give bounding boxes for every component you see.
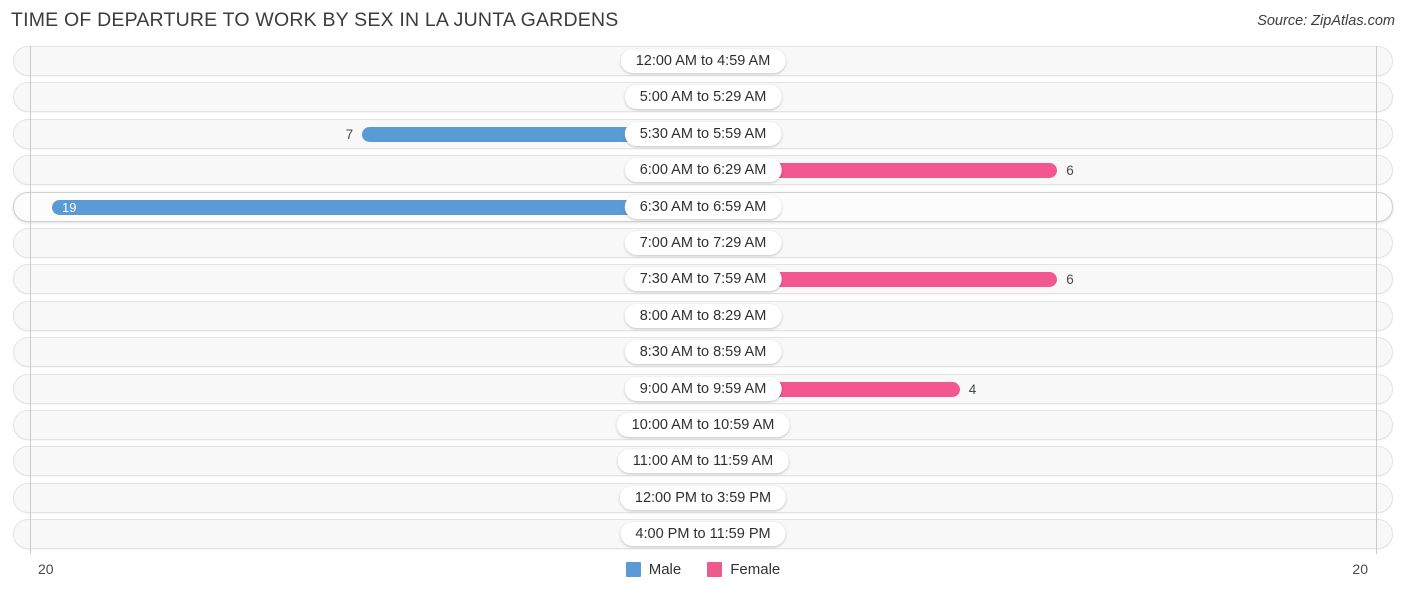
table-row[interactable]: 066:00 AM to 6:29 AM bbox=[0, 155, 1406, 186]
table-row[interactable]: 005:00 AM to 5:29 AM bbox=[0, 82, 1406, 113]
table-row[interactable]: 1906:30 AM to 6:59 AM bbox=[0, 191, 1406, 222]
category-label: 7:00 AM to 7:29 AM bbox=[624, 230, 782, 255]
legend-swatch-female bbox=[707, 562, 723, 577]
value-label-male: 19 bbox=[62, 199, 77, 215]
table-row[interactable]: 0010:00 AM to 10:59 AM bbox=[0, 409, 1406, 440]
value-label-male: 7 bbox=[345, 126, 354, 142]
bar-male[interactable] bbox=[52, 199, 703, 215]
category-label: 10:00 AM to 10:59 AM bbox=[616, 412, 790, 437]
page-title: TIME OF DEPARTURE TO WORK BY SEX IN LA J… bbox=[11, 9, 619, 31]
table-row[interactable]: 705:30 AM to 5:59 AM bbox=[0, 118, 1406, 149]
axis-line-left bbox=[30, 46, 31, 554]
legend-item-male[interactable]: Male bbox=[625, 561, 682, 578]
table-row[interactable]: 008:00 AM to 8:29 AM bbox=[0, 300, 1406, 331]
value-label-female: 6 bbox=[1066, 272, 1074, 288]
legend-item-female[interactable]: Female bbox=[707, 561, 780, 578]
table-row[interactable]: 004:00 PM to 11:59 PM bbox=[0, 519, 1406, 550]
chart-rows: 0012:00 AM to 4:59 AM 005:00 AM to 5:29 A… bbox=[0, 46, 1406, 555]
category-label: 8:30 AM to 8:59 AM bbox=[624, 340, 782, 365]
legend-label-male: Male bbox=[648, 561, 682, 578]
value-label-female: 4 bbox=[968, 381, 977, 397]
category-label: 5:00 AM to 5:29 AM bbox=[624, 85, 782, 110]
legend-label-female: Female bbox=[730, 561, 781, 578]
category-label: 6:30 AM to 6:59 AM bbox=[624, 194, 782, 219]
table-row[interactable]: 007:00 AM to 7:29 AM bbox=[0, 227, 1406, 258]
category-label: 12:00 PM to 3:59 PM bbox=[619, 485, 787, 510]
category-label: 12:00 AM to 4:59 AM bbox=[620, 49, 786, 73]
category-label: 9:00 AM to 9:59 AM bbox=[624, 376, 782, 401]
table-row[interactable]: 0011:00 AM to 11:59 AM bbox=[0, 446, 1406, 477]
value-label-female: 6 bbox=[1066, 163, 1074, 179]
category-label: 4:00 PM to 11:59 PM bbox=[620, 522, 786, 547]
chart-header: TIME OF DEPARTURE TO WORK BY SEX IN LA J… bbox=[0, 0, 1406, 44]
category-label: 8:00 AM to 8:29 AM bbox=[624, 303, 782, 328]
category-label: 11:00 AM to 11:59 AM bbox=[617, 449, 789, 474]
category-label: 7:30 AM to 7:59 AM bbox=[624, 267, 782, 292]
category-label: 6:00 AM to 6:29 AM bbox=[624, 158, 782, 183]
category-label: 5:30 AM to 5:59 AM bbox=[624, 121, 782, 146]
table-row[interactable]: 0012:00 PM to 3:59 PM bbox=[0, 482, 1406, 513]
chart-footer: 20 20 Male Female bbox=[0, 556, 1406, 595]
source-attribution: Source: ZipAtlas.com bbox=[1257, 13, 1395, 29]
table-row[interactable]: 049:00 AM to 9:59 AM bbox=[0, 373, 1406, 404]
table-row[interactable]: 067:30 AM to 7:59 AM bbox=[0, 264, 1406, 295]
table-row[interactable]: 0012:00 AM to 4:59 AM bbox=[0, 46, 1406, 76]
chart-plot-area: 0012:00 AM to 4:59 AM 005:00 AM to 5:29 A… bbox=[0, 46, 1406, 556]
axis-line-right bbox=[1376, 46, 1377, 554]
chart-legend: Male Female bbox=[0, 561, 1406, 578]
table-row[interactable]: 008:30 AM to 8:59 AM bbox=[0, 337, 1406, 368]
legend-swatch-male bbox=[625, 562, 641, 577]
